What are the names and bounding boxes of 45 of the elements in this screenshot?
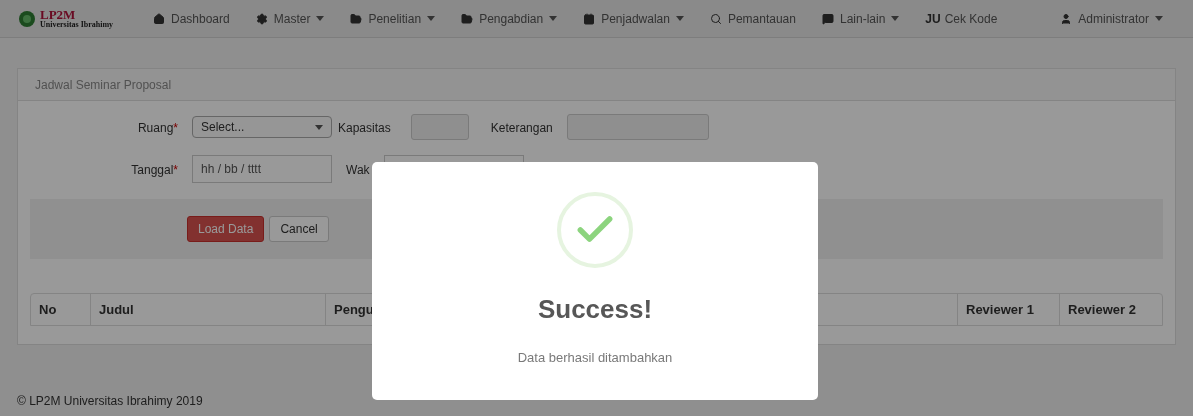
nav-menu-item[interactable]: Master	[255, 9, 325, 28]
nav-menu-item[interactable]: Penelitian	[350, 9, 436, 28]
capacity-field[interactable]	[410, 114, 469, 140]
settings-icon	[255, 12, 268, 25]
folder-icon	[461, 12, 474, 25]
required-marker: *	[173, 121, 178, 135]
nav-menu-item[interactable]: Pemantauan	[709, 9, 796, 28]
column-header: Judul	[99, 300, 134, 319]
brand-subtitle: Universitas Ibrahimy	[40, 21, 114, 29]
dialog-title: Success!	[537, 293, 653, 326]
required-marker: *	[173, 163, 178, 177]
notes-field[interactable]	[566, 114, 709, 140]
nav-menu-item[interactable]: Penjadwalan	[583, 9, 684, 28]
field-label: Tanggal	[131, 163, 174, 177]
comment-icon	[821, 12, 834, 25]
search-icon	[709, 12, 722, 25]
date-field[interactable]: hh / bb / tttt	[192, 155, 332, 183]
folder-icon	[350, 12, 363, 25]
user-icon	[1060, 12, 1073, 25]
room-select[interactable]: Select...	[192, 116, 332, 138]
nav-menu-item[interactable]: JU Cek Kode	[925, 9, 998, 28]
nav-menu-item[interactable]: Lain-lain	[821, 9, 900, 28]
field-label: Wak	[346, 163, 370, 177]
home-icon	[153, 12, 165, 25]
field-label: Ruang	[137, 121, 174, 135]
column-header: Pengu	[334, 300, 374, 319]
load-data-button[interactable]: Load Data	[187, 216, 265, 242]
panel-title: Jadwal Seminar Proposal	[18, 69, 1175, 101]
field-label: Kapasitas	[338, 121, 391, 135]
calendar-icon	[583, 12, 596, 25]
column-header: Reviewer 2	[1068, 300, 1136, 319]
footer-text: © LP2M Universitas Ibrahimy 2019	[17, 393, 204, 410]
user-menu[interactable]: Administrator	[1060, 9, 1163, 28]
field-label: Keterangan	[490, 121, 553, 135]
dialog-message: Data berhasil ditambahkan	[517, 349, 673, 367]
cancel-button[interactable]: Cancel	[269, 216, 329, 242]
nav-menu-item[interactable]: Dashboard	[153, 9, 230, 28]
code-icon: JU	[925, 9, 941, 28]
brand-title: LP2M	[40, 8, 76, 21]
success-check-icon	[557, 192, 633, 268]
nav-menu-item[interactable]: Pengabdian	[461, 9, 558, 28]
logo-icon	[18, 9, 36, 28]
caret-icon	[315, 124, 323, 130]
column-header: No	[39, 300, 57, 319]
column-header: Reviewer 1	[966, 300, 1034, 319]
